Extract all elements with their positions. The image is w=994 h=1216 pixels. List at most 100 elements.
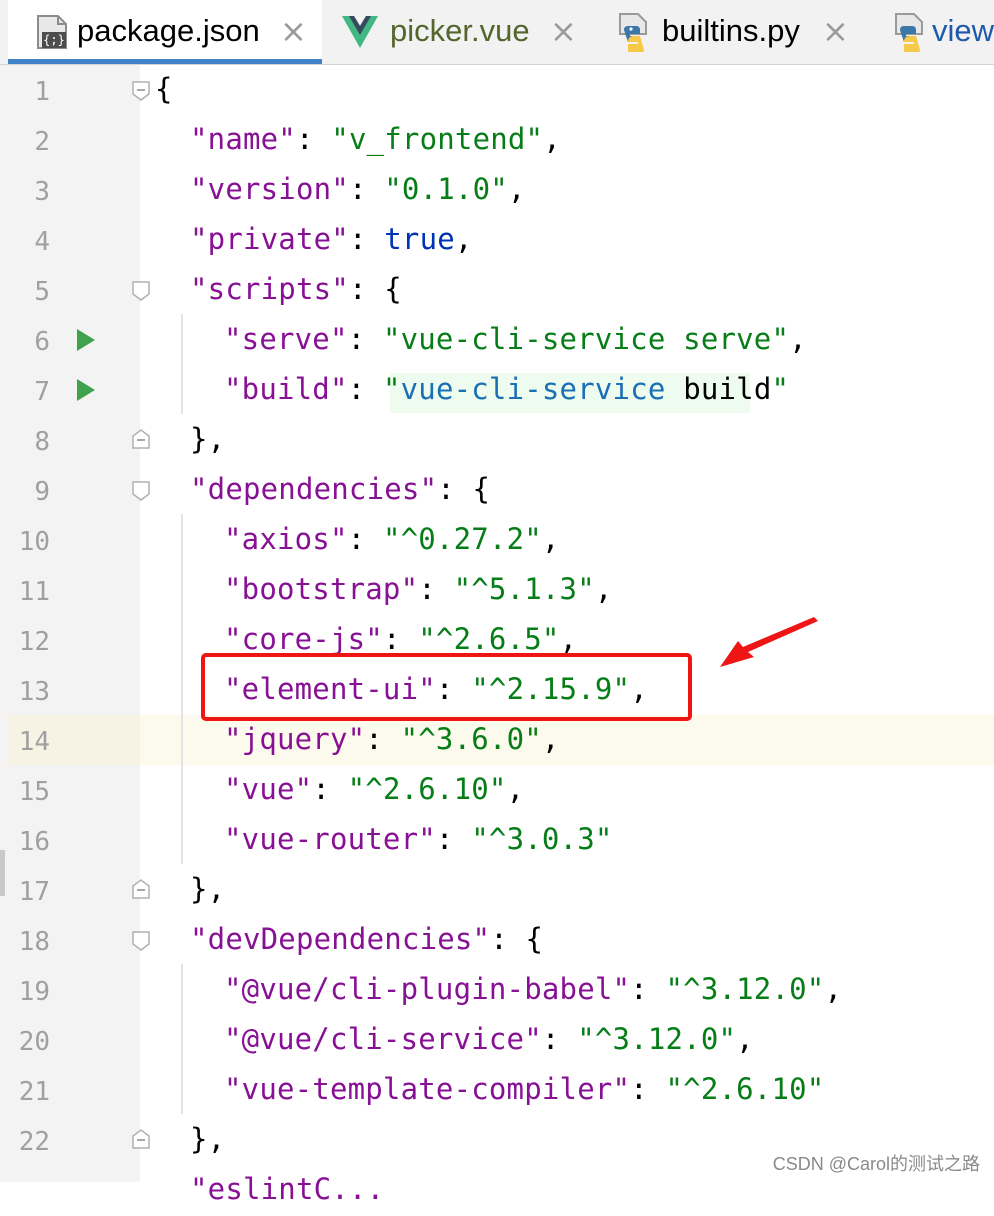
close-tab-icon[interactable]: × — [550, 12, 577, 50]
json-key: "bootstrap" — [224, 572, 419, 606]
json-key: "name" — [190, 122, 296, 156]
code-line: 7 "build": "vue-cli-service build" — [0, 366, 994, 416]
json-string: "^2.6.5" — [418, 622, 560, 656]
run-script-icon[interactable] — [77, 329, 95, 351]
json-string: " — [382, 372, 401, 406]
json-key: "vue-router" — [224, 822, 436, 856]
code-text: "eslintC... — [190, 1172, 384, 1206]
code-line: 10 "axios": "^0.27.2", — [0, 516, 994, 566]
tab-picker-vue[interactable]: picker.vue × — [324, 0, 596, 64]
line-number: 12 — [18, 627, 50, 657]
json-string: "^3.12.0" — [665, 972, 825, 1006]
code-text: "serve": "vue-cli-service serve", — [224, 322, 807, 356]
code-line: 20 "@vue/cli-service": "^3.12.0", — [0, 1016, 994, 1066]
code-text: "private": true, — [190, 222, 473, 256]
code-line: 16 "vue-router": "^3.0.3" — [0, 816, 994, 866]
tab-package-json[interactable]: {;} package.json × — [8, 0, 322, 64]
annotation-arrow-icon — [720, 617, 818, 667]
json-key: "private" — [190, 222, 349, 256]
json-boolean: true — [384, 222, 455, 256]
tab-label: package.json — [77, 13, 260, 48]
json-key: "build" — [224, 372, 348, 406]
json-string: "^5.1.3" — [453, 572, 595, 606]
code-line: 8 }, — [0, 416, 994, 466]
line-number: 2 — [34, 127, 50, 157]
close-tab-icon[interactable]: × — [822, 12, 849, 50]
json-string: "^2.6.10" — [347, 772, 507, 806]
code-text: "core-js": "^2.6.5", — [224, 622, 578, 656]
json-key: "devDependencies" — [190, 922, 491, 956]
code-line: 11 "bootstrap": "^5.1.3", — [0, 566, 994, 616]
line-number: 21 — [18, 1077, 50, 1107]
code-line: 2 "name": "v_frontend", — [0, 116, 994, 166]
code-text: "vue-router": "^3.0.3" — [224, 822, 613, 856]
json-key: "@vue/cli-service" — [224, 1022, 542, 1056]
code-text: "vue": "^2.6.10", — [224, 772, 525, 806]
code-text: "jquery": "^3.6.0", — [224, 722, 560, 756]
brace: }, — [190, 872, 226, 906]
code-line: 3 "version": "0.1.0", — [0, 166, 994, 216]
code-text: "devDependencies": { — [190, 922, 544, 956]
code-text: "build": "vue-cli-service build" — [224, 372, 790, 406]
json-key: "axios" — [224, 522, 348, 556]
python-file-icon — [895, 13, 923, 52]
line-number: 19 — [18, 977, 50, 1007]
line-number: 5 — [34, 277, 50, 307]
code-line: 15 "vue": "^2.6.10", — [0, 766, 994, 816]
vue-file-icon — [342, 16, 378, 48]
json-key: "serve" — [224, 322, 348, 356]
line-number: 16 — [18, 827, 50, 857]
json-key: "scripts" — [190, 272, 349, 306]
json-string: "0.1.0" — [384, 172, 508, 206]
code-line: 19 "@vue/cli-plugin-babel": "^3.12.0", — [0, 966, 994, 1016]
line-number: 8 — [34, 427, 50, 457]
line-number: 11 — [18, 577, 50, 607]
code-text: "dependencies": { — [190, 472, 491, 506]
code-text: }, — [190, 872, 225, 906]
json-key: "@vue/cli-plugin-babel" — [224, 972, 631, 1006]
code-line: 1 { — [0, 66, 994, 116]
json-key: "vue" — [224, 772, 313, 806]
json-key: "core-js" — [224, 622, 383, 656]
tab-builtins-py[interactable]: builtins.py × — [598, 0, 864, 64]
line-number: 9 — [34, 477, 50, 507]
json-string: "v_frontend" — [331, 122, 544, 156]
json-file-icon: {;} — [37, 15, 67, 49]
code-text: "scripts": { — [190, 272, 402, 306]
code-line: 14 "jquery": "^3.6.0", — [0, 716, 994, 766]
code-text: "@vue/cli-plugin-babel": "^3.12.0", — [224, 972, 843, 1006]
code-text: "bootstrap": "^5.1.3", — [224, 572, 613, 606]
line-number: 13 — [18, 677, 50, 707]
annotation-highlight-box — [201, 653, 692, 721]
injected-argument: build — [665, 372, 772, 406]
json-string: "^3.6.0" — [400, 722, 542, 756]
run-script-icon[interactable] — [77, 379, 95, 401]
watermark: CSDN @Carol的测试之路 — [772, 1154, 980, 1174]
svg-text:{;}: {;} — [43, 33, 65, 47]
code-text: "@vue/cli-service": "^3.12.0", — [224, 1022, 754, 1056]
json-key: "jquery" — [224, 722, 366, 756]
line-number: 20 — [18, 1027, 50, 1057]
line-number: 1 — [34, 77, 50, 107]
code-line: 17 }, — [0, 866, 994, 916]
tab-label: picker.vue — [390, 13, 530, 48]
code-text: "name": "v_frontend", — [190, 122, 561, 156]
code-line: 9 "dependencies": { — [0, 466, 994, 516]
json-string: "^3.12.0" — [577, 1022, 737, 1056]
brace: }, — [190, 422, 226, 456]
line-number: 6 — [34, 327, 50, 357]
json-string: "vue-cli-service serve" — [382, 322, 790, 356]
line-number: 4 — [34, 227, 50, 257]
json-key-partial: "eslintC... — [190, 1172, 385, 1206]
json-key: "vue-template-compiler" — [224, 1072, 631, 1106]
code-text: { — [155, 72, 173, 106]
json-key: "version" — [190, 172, 349, 206]
json-string: "^0.27.2" — [382, 522, 542, 556]
json-string: "^2.6.10" — [665, 1072, 825, 1106]
code-line: 5 "scripts": { — [0, 266, 994, 316]
line-number: 14 — [18, 727, 50, 757]
tab-view-py[interactable]: view — [866, 0, 994, 64]
code-text: }, — [190, 1122, 225, 1156]
code-line: 21 "vue-template-compiler": "^2.6.10" — [0, 1066, 994, 1116]
close-tab-icon[interactable]: × — [280, 12, 307, 50]
